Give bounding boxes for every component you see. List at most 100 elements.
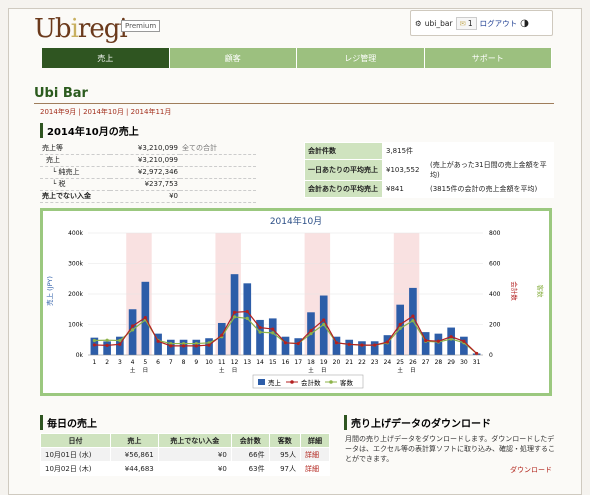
bar: [268, 318, 277, 355]
data-point: [258, 330, 262, 334]
mail-button[interactable]: ✉ 1: [455, 16, 477, 30]
data-point: [309, 329, 313, 333]
month-link-nov[interactable]: 2014年11月: [131, 108, 172, 116]
data-point: [424, 338, 428, 343]
data-point: [475, 351, 479, 356]
x-tick-label: 29: [447, 359, 455, 366]
weekday-label: 日: [321, 367, 327, 374]
data-point: [232, 315, 237, 319]
y-tick-label: 200k: [68, 291, 83, 298]
data-point: [143, 316, 147, 320]
table-row: 一日あたりの平均売上 ¥103,552 (売上があった31日間の売上金額を平均): [304, 159, 554, 181]
data-point: [92, 343, 96, 347]
table-row: └ 税 ¥237,753: [40, 178, 256, 191]
data-point: [283, 341, 288, 345]
main-nav: 売上 顧客 レジ管理 サポート: [42, 48, 552, 68]
data-point: [232, 310, 237, 314]
x-tick-label: 30: [460, 359, 468, 366]
legend-customers-marker: [329, 380, 333, 384]
table-row: 会計あたりの平均売上 ¥841 (3815件の会計の売上金額を平均): [304, 180, 554, 198]
weekday-label: 日: [143, 367, 149, 374]
logout-link[interactable]: ログアウト: [480, 18, 518, 29]
data-point: [347, 342, 351, 346]
x-tick-label: 3: [118, 359, 122, 366]
data-point: [271, 331, 275, 335]
detail-link[interactable]: 詳細: [305, 451, 319, 459]
x-tick-label: 10: [205, 359, 213, 366]
bar: [230, 274, 239, 355]
y-axis-label: 売上 (JPY): [45, 276, 54, 306]
download-description: 月間の売り上げデータをダウンロードします。ダウンロードしたデータは、エクセル等の…: [345, 435, 555, 464]
tab-sales[interactable]: 売上: [42, 48, 170, 68]
weekday-label: 日: [410, 367, 416, 374]
x-tick-label: 1: [92, 359, 96, 366]
legend-sales: 売上: [268, 378, 282, 387]
x-tick-label: 9: [194, 359, 198, 366]
x-tick-label: 15: [269, 359, 277, 366]
y2-axis-label: 会計数: [510, 281, 519, 301]
data-point: [360, 343, 364, 347]
weekday-label: 日: [232, 367, 238, 374]
x-tick-label: 26: [409, 359, 417, 366]
y2-tick-label: 600: [489, 261, 501, 268]
detail-link[interactable]: 詳細: [305, 465, 319, 473]
data-point: [130, 328, 135, 332]
month-links: 2014年9月 | 2014年10月 | 2014年11月: [40, 108, 172, 116]
bar: [217, 322, 226, 355]
data-point: [322, 318, 326, 322]
data-point: [436, 339, 441, 343]
x-tick-label: 6: [156, 359, 160, 366]
user-box: ⚙ ubi_bar ✉ 1 ログアウト ◑: [410, 10, 553, 36]
weekday-label: 土: [397, 366, 403, 374]
data-point: [411, 319, 415, 323]
data-point: [105, 338, 109, 342]
ubiregi-logo[interactable]: Ubiregi: [34, 14, 128, 44]
weekday-label: 土: [130, 366, 136, 374]
data-point: [194, 344, 198, 348]
month-link-oct[interactable]: 2014年10月: [83, 108, 124, 116]
x-tick-label: 28: [435, 359, 443, 366]
x-tick-label: 11: [218, 359, 226, 366]
data-point: [373, 343, 377, 347]
chart-svg: 2014年10月 売上 (JPY) 会計数 客数 0k 100k 200k 300k 4…: [45, 215, 545, 389]
x-tick-label: 31: [473, 359, 481, 366]
month-link-sep[interactable]: 2014年9月: [40, 108, 76, 116]
globe-icon[interactable]: ◑: [520, 18, 529, 29]
x-tick-label: 24: [384, 359, 392, 366]
envelope-icon: ✉: [459, 18, 466, 28]
data-point: [156, 339, 160, 343]
data-point: [207, 343, 211, 347]
weekday-label: 土: [308, 366, 314, 374]
table-row: 10月02日 (木) ¥44,683 ¥0 63件 97人 詳細: [40, 461, 331, 476]
x-tick-label: 8: [182, 359, 186, 366]
y2-tick-label: 800: [489, 230, 501, 237]
x-tick-label: 14: [256, 359, 264, 366]
tab-support[interactable]: サポート: [424, 48, 552, 68]
data-point: [462, 339, 466, 343]
y3-axis-label: 客数: [536, 285, 545, 299]
data-point: [92, 338, 96, 343]
table-row: 売上でない入金 ¥0: [40, 190, 256, 203]
bar: [447, 327, 455, 355]
table-row: 売上 ¥3,210,099: [40, 154, 256, 167]
download-link[interactable]: ダウンロード: [510, 465, 552, 475]
x-tick-label: 17: [294, 359, 302, 366]
daily-heading: 毎日の売上: [40, 415, 97, 430]
legend-checks: 会計数: [301, 378, 321, 387]
download-heading: 売り上げデータのダウンロード: [344, 415, 491, 430]
x-tick-label: 2: [105, 359, 109, 366]
x-tick-label: 16: [282, 359, 290, 366]
data-point: [385, 340, 390, 344]
tab-register[interactable]: レジ管理: [297, 48, 425, 68]
username[interactable]: ubi_bar: [425, 19, 453, 28]
sales-chart: 2014年10月 売上 (JPY) 会計数 客数 0k 100k 200k 300k 4…: [40, 208, 552, 396]
tab-customers[interactable]: 顧客: [169, 48, 297, 68]
bar: [345, 339, 354, 355]
bar: [256, 319, 264, 355]
data-point: [130, 324, 135, 328]
data-point: [271, 327, 275, 331]
gear-icon[interactable]: ⚙: [415, 19, 422, 28]
x-tick-label: 12: [231, 359, 239, 366]
stats-table: 会計件数 3,815件 一日あたりの平均売上 ¥103,552 (売上があった31日間…: [304, 142, 554, 198]
y2-tick-label: 0: [489, 352, 493, 359]
